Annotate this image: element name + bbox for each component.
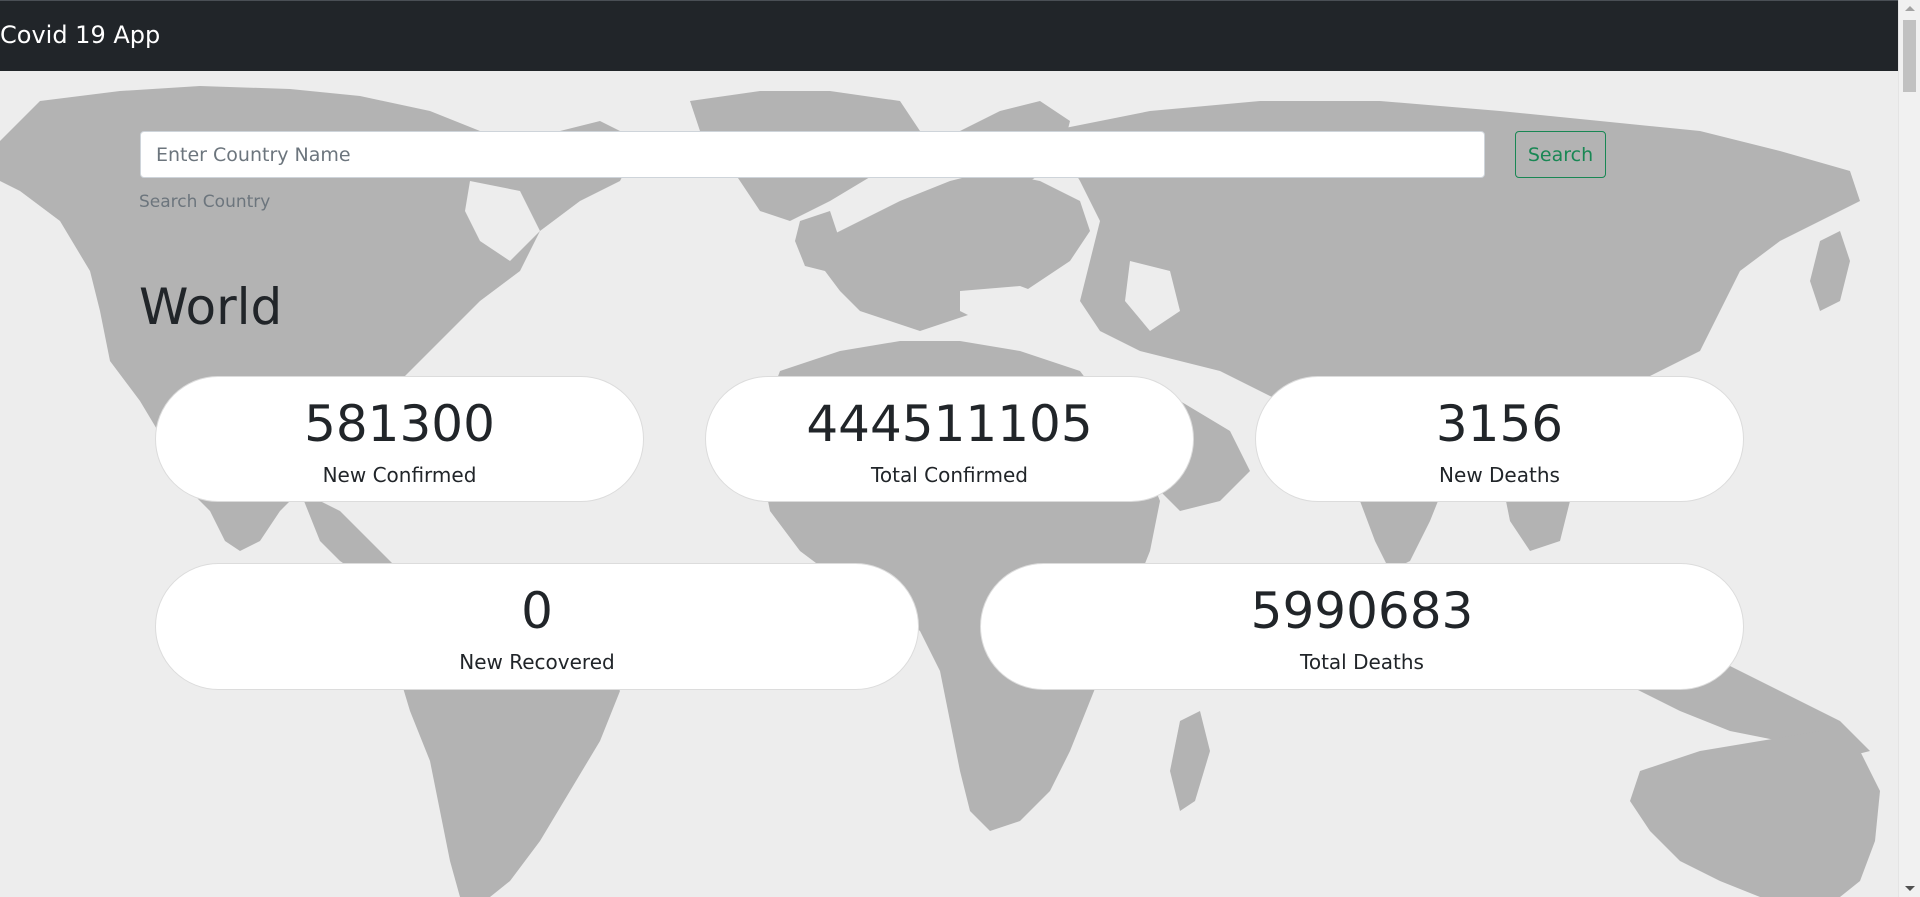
stat-card-total-deaths: 5990683 Total Deaths: [980, 563, 1744, 690]
stat-card-new-deaths: 3156 New Deaths: [1255, 376, 1744, 502]
vertical-scrollbar[interactable]: [1898, 0, 1920, 897]
stat-label: New Confirmed: [322, 463, 477, 487]
stat-label: Total Confirmed: [871, 463, 1028, 487]
app-brand[interactable]: Covid 19 App: [0, 19, 160, 51]
stat-card-new-recovered: 0 New Recovered: [155, 563, 919, 690]
page: Covid 19 App Search Search Country World…: [0, 0, 1920, 897]
stat-value: 0: [521, 582, 553, 640]
region-title: World: [139, 278, 283, 336]
stat-label: New Deaths: [1439, 463, 1560, 487]
stat-value: 444511105: [806, 395, 1093, 453]
scroll-down-arrow-icon[interactable]: [1905, 886, 1915, 891]
stat-card-total-confirmed: 444511105 Total Confirmed: [705, 376, 1194, 502]
stat-value: 3156: [1435, 395, 1564, 453]
stat-label: New Recovered: [459, 650, 615, 674]
stat-card-new-confirmed: 581300 New Confirmed: [155, 376, 644, 502]
stat-value: 581300: [304, 395, 495, 453]
stat-value: 5990683: [1250, 582, 1474, 640]
search-help-text: Search Country: [139, 192, 271, 212]
scroll-up-arrow-icon[interactable]: [1905, 6, 1915, 11]
country-search-input[interactable]: [140, 131, 1485, 178]
navbar: Covid 19 App: [0, 0, 1898, 71]
scrollbar-thumb[interactable]: [1903, 20, 1916, 92]
stat-label: Total Deaths: [1300, 650, 1424, 674]
search-button[interactable]: Search: [1515, 131, 1606, 178]
